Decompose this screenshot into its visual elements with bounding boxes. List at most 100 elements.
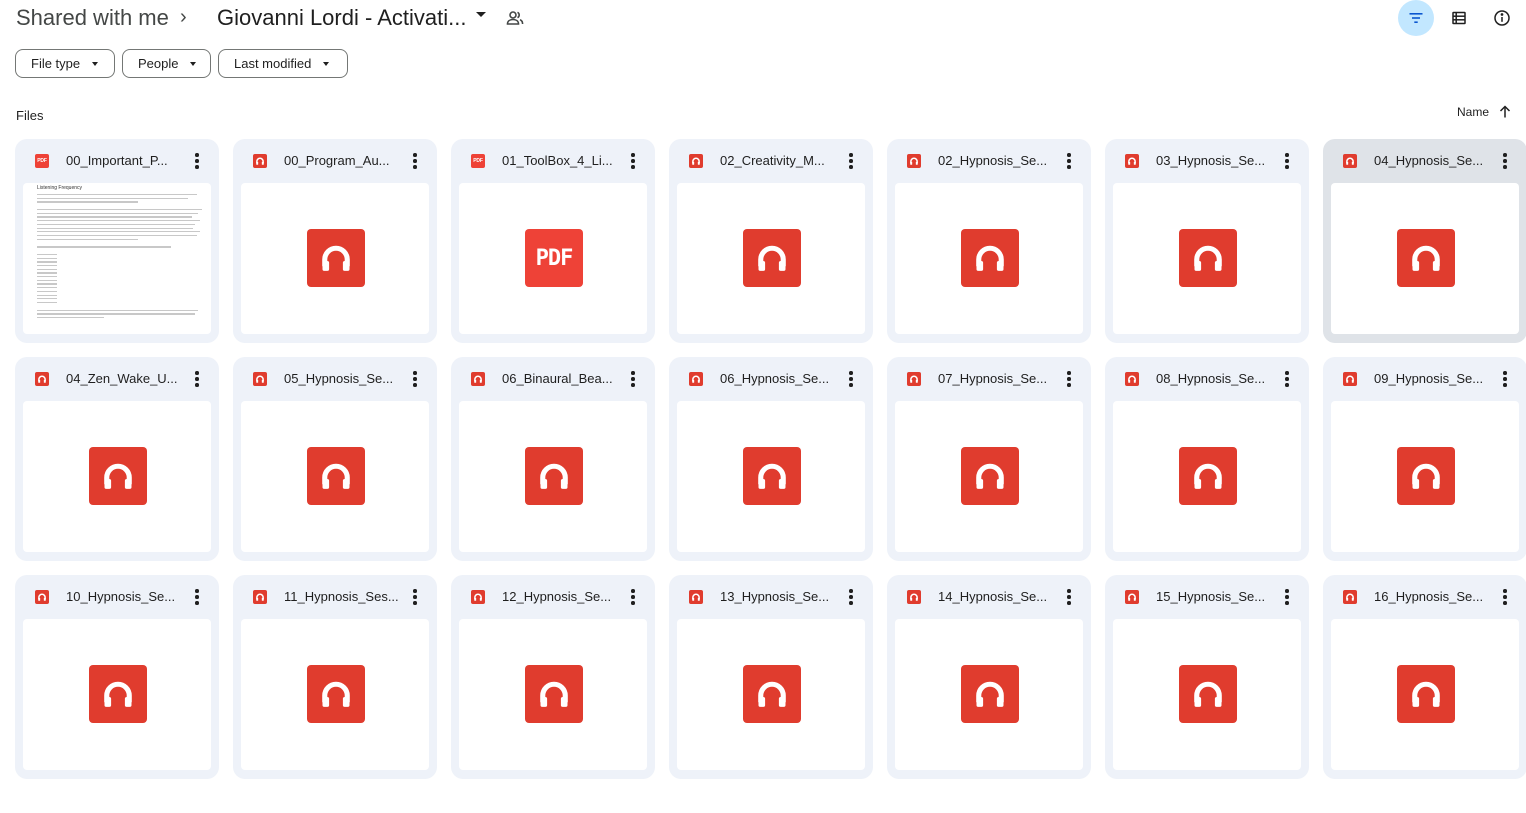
- more-actions-icon[interactable]: [191, 587, 203, 607]
- more-actions-icon[interactable]: [627, 369, 639, 389]
- file-name: 06_Hypnosis_Se...: [720, 371, 830, 386]
- file-thumbnail[interactable]: [241, 183, 429, 334]
- more-actions-icon[interactable]: [1499, 587, 1511, 607]
- file-card[interactable]: 13_Hypnosis_Se...: [669, 575, 873, 779]
- file-thumbnail[interactable]: [895, 401, 1083, 552]
- file-thumbnail[interactable]: [1113, 183, 1301, 334]
- folder-menu-caret-icon[interactable]: [476, 12, 486, 17]
- file-thumbnail[interactable]: [895, 619, 1083, 770]
- breadcrumb-current-folder[interactable]: Giovanni Lordi - Activati...: [217, 5, 466, 31]
- more-actions-icon[interactable]: [1063, 587, 1075, 607]
- file-card[interactable]: 16_Hypnosis_Se...: [1323, 575, 1526, 779]
- file-card[interactable]: 02_Creativity_M...: [669, 139, 873, 343]
- more-actions-icon[interactable]: [845, 151, 857, 171]
- sort-label: Name: [1457, 105, 1490, 119]
- more-actions-icon[interactable]: [409, 151, 421, 171]
- file-thumbnail[interactable]: [1113, 401, 1301, 552]
- file-card[interactable]: 02_Hypnosis_Se...: [887, 139, 1091, 343]
- file-thumbnail[interactable]: PDF: [459, 183, 647, 334]
- pdf-preview-icon: PDF: [525, 229, 583, 287]
- audio-file-icon: [907, 154, 921, 168]
- file-thumbnail[interactable]: [241, 401, 429, 552]
- more-actions-icon[interactable]: [845, 369, 857, 389]
- file-thumbnail[interactable]: [1113, 619, 1301, 770]
- file-thumbnail[interactable]: [895, 183, 1083, 334]
- file-name: 08_Hypnosis_Se...: [1156, 371, 1266, 386]
- headphones-icon: [1397, 665, 1455, 723]
- file-card-header: 14_Hypnosis_Se...: [887, 575, 1091, 619]
- more-actions-icon[interactable]: [627, 151, 639, 171]
- shared-folder-icon[interactable]: [505, 8, 525, 28]
- file-thumbnail[interactable]: [1331, 401, 1519, 552]
- file-card[interactable]: 06_Hypnosis_Se...: [669, 357, 873, 561]
- file-card[interactable]: 06_Binaural_Bea...: [451, 357, 655, 561]
- top-bar: Shared with me › Giovanni Lordi - Activa…: [0, 0, 1526, 36]
- file-card-header: 11_Hypnosis_Ses...: [233, 575, 437, 619]
- file-name: 04_Zen_Wake_U...: [66, 371, 178, 386]
- more-actions-icon[interactable]: [1281, 369, 1293, 389]
- file-card-header: PDF 00_Important_P...: [15, 139, 219, 183]
- file-card[interactable]: 12_Hypnosis_Se...: [451, 575, 655, 779]
- more-actions-icon[interactable]: [191, 151, 203, 171]
- filter-toggle-button[interactable]: [1398, 0, 1434, 36]
- file-card[interactable]: 09_Hypnosis_Se...: [1323, 357, 1526, 561]
- last-modified-filter[interactable]: Last modified: [218, 49, 348, 78]
- headphones-icon: [1179, 229, 1237, 287]
- file-thumbnail[interactable]: [1331, 619, 1519, 770]
- file-type-filter[interactable]: File type: [15, 49, 115, 78]
- headphones-icon: [961, 665, 1019, 723]
- headphones-icon: [89, 447, 147, 505]
- file-name: 09_Hypnosis_Se...: [1374, 371, 1484, 386]
- file-thumbnail[interactable]: Listening Frequency: [23, 183, 211, 334]
- file-card-header: 02_Creativity_M...: [669, 139, 873, 183]
- headphones-icon: [525, 665, 583, 723]
- more-actions-icon[interactable]: [1499, 369, 1511, 389]
- arrow-up-icon: [1499, 105, 1511, 118]
- file-thumbnail[interactable]: [677, 183, 865, 334]
- more-actions-icon[interactable]: [1063, 369, 1075, 389]
- more-actions-icon[interactable]: [627, 587, 639, 607]
- details-button[interactable]: [1484, 0, 1520, 36]
- more-actions-icon[interactable]: [409, 587, 421, 607]
- file-name: 02_Creativity_M...: [720, 153, 825, 168]
- file-card[interactable]: PDF 00_Important_P... Listening Frequency: [15, 139, 219, 343]
- more-actions-icon[interactable]: [1063, 151, 1075, 171]
- file-card[interactable]: PDF 01_ToolBox_4_Li... PDF: [451, 139, 655, 343]
- list-view-button[interactable]: [1441, 0, 1477, 36]
- file-card[interactable]: 11_Hypnosis_Ses...: [233, 575, 437, 779]
- file-thumbnail[interactable]: [677, 619, 865, 770]
- file-name: 16_Hypnosis_Se...: [1374, 589, 1484, 604]
- sort-by-name-button[interactable]: Name: [1457, 104, 1513, 120]
- file-card[interactable]: 14_Hypnosis_Se...: [887, 575, 1091, 779]
- file-thumbnail[interactable]: [459, 401, 647, 552]
- file-thumbnail[interactable]: [241, 619, 429, 770]
- file-card[interactable]: 10_Hypnosis_Se...: [15, 575, 219, 779]
- people-filter[interactable]: People: [122, 49, 211, 78]
- file-thumbnail[interactable]: [677, 401, 865, 552]
- more-actions-icon[interactable]: [409, 369, 421, 389]
- more-actions-icon[interactable]: [845, 587, 857, 607]
- file-card[interactable]: 08_Hypnosis_Se...: [1105, 357, 1309, 561]
- file-thumbnail[interactable]: [459, 619, 647, 770]
- file-card[interactable]: 15_Hypnosis_Se...: [1105, 575, 1309, 779]
- more-actions-icon[interactable]: [1499, 151, 1511, 171]
- file-name: 10_Hypnosis_Se...: [66, 589, 176, 604]
- file-card-header: 13_Hypnosis_Se...: [669, 575, 873, 619]
- breadcrumb-root[interactable]: Shared with me: [16, 5, 169, 31]
- more-actions-icon[interactable]: [1281, 587, 1293, 607]
- file-card[interactable]: 04_Hypnosis_Se...: [1323, 139, 1526, 343]
- audio-file-icon: [253, 372, 267, 386]
- file-card[interactable]: 03_Hypnosis_Se...: [1105, 139, 1309, 343]
- file-card[interactable]: 05_Hypnosis_Se...: [233, 357, 437, 561]
- file-card-header: 04_Hypnosis_Se...: [1323, 139, 1526, 183]
- more-actions-icon[interactable]: [191, 369, 203, 389]
- file-card[interactable]: 07_Hypnosis_Se...: [887, 357, 1091, 561]
- file-thumbnail[interactable]: [1331, 183, 1519, 334]
- file-thumbnail[interactable]: [23, 401, 211, 552]
- audio-file-icon: [35, 590, 49, 604]
- more-actions-icon[interactable]: [1281, 151, 1293, 171]
- preview-heading: Listening Frequency: [37, 185, 83, 191]
- file-thumbnail[interactable]: [23, 619, 211, 770]
- file-card[interactable]: 04_Zen_Wake_U...: [15, 357, 219, 561]
- file-card[interactable]: 00_Program_Au...: [233, 139, 437, 343]
